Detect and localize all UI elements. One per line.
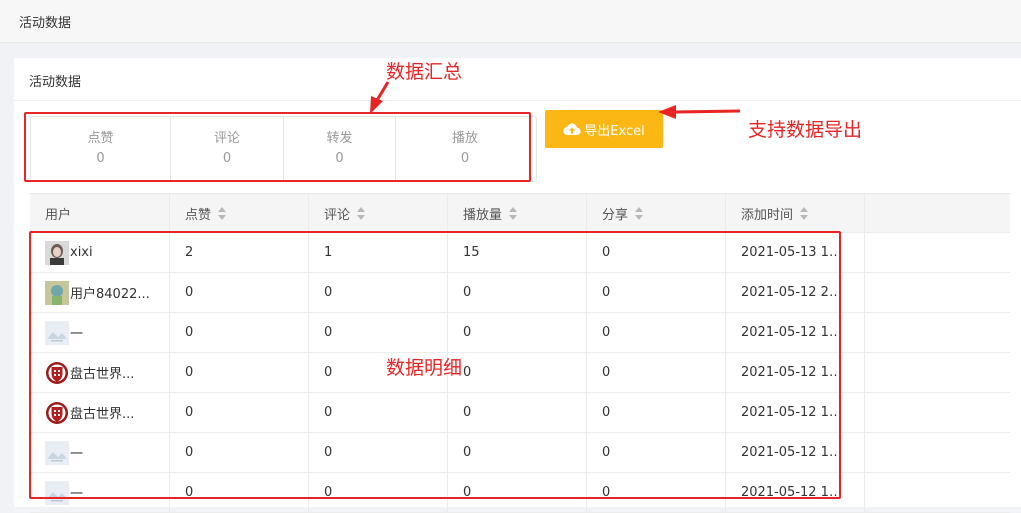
arrow-left-icon: [658, 105, 676, 119]
annotation-arrows: [370, 81, 741, 119]
arrow-down-icon: [370, 96, 383, 114]
